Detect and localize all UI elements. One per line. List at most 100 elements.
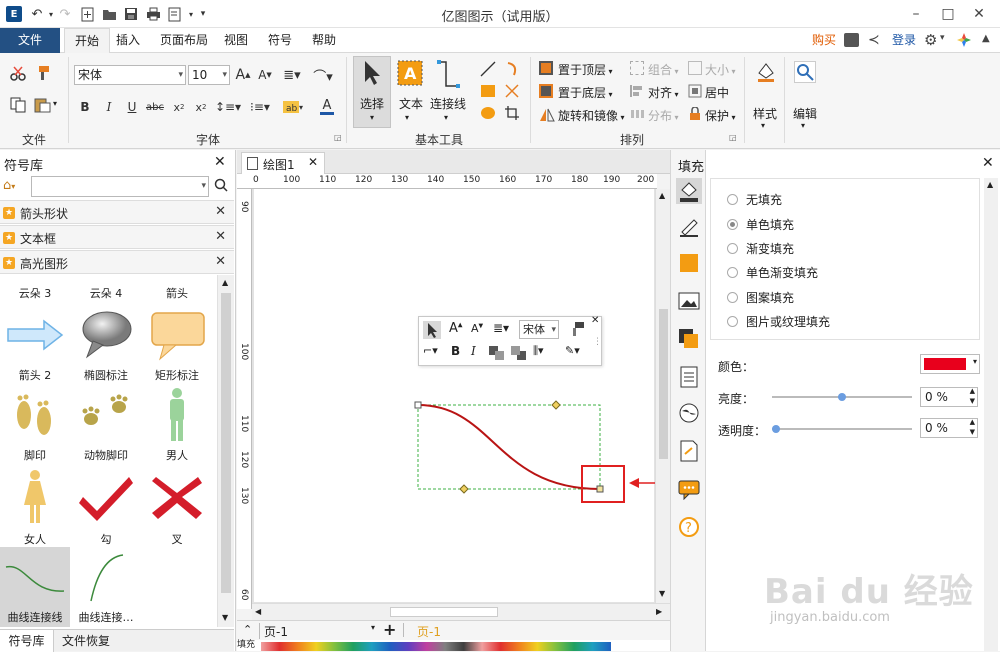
chevron-down-icon[interactable]: ▾ (761, 121, 765, 130)
collapse-ribbon-icon[interactable]: ▲ (982, 33, 990, 44)
font-name-select[interactable]: 宋体 ▾ (74, 65, 186, 85)
select-pointer-icon[interactable] (423, 321, 441, 339)
scroll-up-icon[interactable]: ▲ (222, 278, 228, 287)
scroll-down-icon[interactable]: ▼ (659, 589, 665, 598)
active-page-tab[interactable]: 页-1 (417, 623, 441, 640)
control-handle[interactable] (459, 484, 469, 494)
drawing-page[interactable]: A▲ A▼ ≣▾ 宋体 ▾ ✕ ⌐▾ B I ⫼▾ ✎▾ ⋮ (254, 189, 659, 602)
tab-file-recovery[interactable]: 文件恢复 (62, 630, 110, 652)
connection-point-icon[interactable] (504, 83, 520, 102)
tab-view[interactable]: 视图 (214, 28, 258, 53)
line-style-icon[interactable] (678, 216, 700, 238)
chevron-down-icon[interactable]: ▾ (405, 113, 409, 122)
cut-icon[interactable] (10, 65, 26, 84)
color-swatches[interactable] (261, 642, 611, 651)
font-color-icon[interactable]: A (314, 97, 340, 117)
fill-bucket-icon[interactable] (676, 178, 702, 204)
close-panel-icon[interactable]: ✕ (982, 155, 994, 171)
page-selector[interactable]: 页-1 ▾ (259, 623, 377, 639)
ellipse-tool-icon[interactable] (480, 105, 496, 124)
float-font-select[interactable]: 宋体 ▾ (519, 320, 559, 339)
send-back-button[interactable]: 置于底层 ▾ (558, 84, 613, 101)
format-painter-icon[interactable] (569, 321, 585, 340)
library-search-input[interactable]: ▾ (31, 176, 209, 197)
align-button[interactable]: 对齐 ▾ (648, 84, 679, 101)
search-icon[interactable] (214, 178, 228, 195)
font-dialog-launcher-icon[interactable]: ◲ (334, 133, 342, 142)
library-arrow-shapes[interactable]: ★ 箭头形状 ✕ (0, 200, 234, 224)
format-painter-icon[interactable] (34, 65, 50, 84)
underline-icon[interactable]: U (124, 98, 140, 116)
close-window-button[interactable]: ✕ (969, 4, 989, 24)
paste-icon[interactable] (34, 97, 52, 116)
comment-icon[interactable] (678, 478, 700, 501)
italic-icon[interactable]: I (101, 98, 117, 116)
transparency-slider-knob[interactable] (772, 425, 780, 433)
collapse-icon[interactable]: ⌃ (243, 623, 252, 636)
library-scrollbar[interactable]: ▲ ▼ (217, 275, 234, 627)
italic-icon[interactable]: I (471, 344, 476, 358)
doc-tab-drawing1[interactable]: 绘图1 ✕ (241, 152, 325, 174)
settings-dropdown-icon[interactable]: ▾ (940, 33, 945, 43)
shrink-font-icon[interactable]: A▼ (471, 322, 483, 335)
scroll-down-icon[interactable]: ▼ (222, 613, 228, 622)
shape-check[interactable] (71, 467, 141, 527)
shape-curve-connector-2[interactable]: 曲线连接… (71, 547, 141, 627)
tab-symbol-library[interactable]: 符号库 (0, 630, 54, 652)
add-page-icon[interactable]: + (383, 620, 396, 639)
tab-insert[interactable]: 插入 (106, 28, 150, 53)
help-icon[interactable]: ? (678, 516, 700, 538)
grow-font-icon[interactable]: A▲ (449, 321, 463, 336)
connector-style-icon[interactable]: ⌐▾ (423, 344, 438, 357)
text-tool-button[interactable]: A (395, 58, 425, 98)
tab-home[interactable]: 开始 (64, 28, 111, 54)
scrollbar-thumb[interactable] (390, 607, 498, 617)
brightness-input[interactable]: 0 % ▲ ▼ (920, 387, 978, 407)
style-button[interactable]: 样式 (750, 105, 780, 122)
bold-icon[interactable]: B (77, 98, 93, 116)
center-button[interactable]: 居中 (705, 84, 729, 101)
edit-button[interactable]: 编辑 (790, 105, 820, 122)
scroll-up-icon[interactable]: ▲ (659, 191, 665, 200)
close-panel-icon[interactable]: ✕ (214, 154, 226, 170)
page-properties-icon[interactable] (678, 366, 700, 388)
crop-tool-icon[interactable] (504, 105, 520, 124)
subscript-icon[interactable]: x2 (170, 98, 188, 116)
library-text-box[interactable]: ★ 文本框 ✕ (0, 225, 234, 249)
share-icon[interactable]: ≺ (868, 32, 880, 48)
protect-button[interactable]: 保护 ▾ (705, 107, 736, 124)
start-handle[interactable] (414, 401, 422, 409)
superscript-icon[interactable]: x2 (192, 98, 210, 116)
end-handle[interactable] (596, 485, 604, 493)
line-weight-icon[interactable]: ⫼▾ (533, 344, 544, 358)
settings-gear-icon[interactable]: ⚙ (924, 31, 937, 49)
find-icon[interactable] (794, 61, 816, 83)
text-background-icon[interactable]: ab ▾ (280, 98, 306, 116)
line-tool-icon[interactable] (480, 61, 496, 80)
style-icon[interactable] (755, 61, 777, 83)
close-tab-icon[interactable]: ✕ (308, 155, 318, 169)
shrink-font-icon[interactable]: A▼ (256, 66, 274, 84)
home-icon[interactable]: ⌂▾ (3, 178, 15, 193)
align-text-icon[interactable]: ≣▾ (282, 66, 302, 84)
shape-ellipse-callout[interactable] (71, 305, 141, 365)
group-button[interactable]: 组合 ▾ (648, 61, 679, 78)
panel-scrollbar[interactable]: ▲ (984, 178, 998, 651)
login-link[interactable]: 登录 (882, 28, 926, 53)
toolbar-more-icon[interactable]: ⋮ (593, 337, 602, 347)
image-icon[interactable] (678, 290, 700, 312)
distribute-button[interactable]: 分布 ▾ (648, 107, 679, 124)
font-size-select[interactable]: 10 ▾ (188, 65, 230, 85)
canvas-horizontal-scrollbar[interactable]: ◀ ▶ (252, 603, 670, 620)
tab-help[interactable]: 帮助 (302, 28, 346, 53)
layer-icon[interactable] (678, 328, 700, 350)
chevron-down-icon[interactable]: ▾ (801, 121, 805, 130)
fill-option-gradient[interactable]: 渐变填充 (727, 238, 794, 258)
chevron-down-icon[interactable]: ▾ (444, 113, 448, 122)
minimize-button[interactable]: – (906, 4, 926, 24)
shape-man[interactable] (142, 385, 212, 445)
fill-option-pattern[interactable]: 图案填充 (727, 287, 794, 307)
brightness-slider-knob[interactable] (838, 393, 846, 401)
paste-dropdown-icon[interactable]: ▾ (53, 99, 57, 108)
fill-option-picture[interactable]: 图片或纹理填充 (727, 311, 830, 331)
